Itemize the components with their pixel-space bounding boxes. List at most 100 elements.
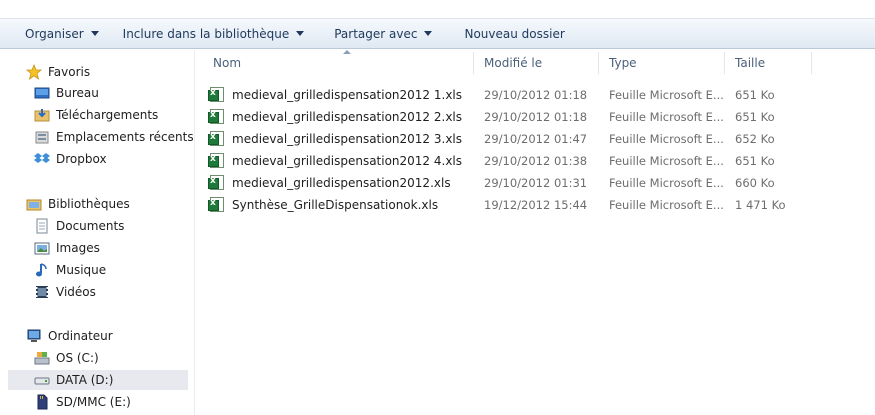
file-name: medieval_grilledispensation2012.xls: [232, 176, 451, 190]
nav-group-label: Favoris: [48, 65, 91, 79]
nav-item-label: Documents: [56, 219, 125, 233]
file-row[interactable]: medieval_grilledispensation2012 2.xls 29…: [206, 106, 866, 128]
nav-item-label: Vidéos: [56, 285, 96, 299]
file-size: 651 Ko: [735, 154, 775, 168]
nav-item-label: OS (C:): [56, 351, 99, 365]
file-type: Feuille Microsoft E...: [609, 176, 724, 190]
new-folder-label: Nouveau dossier: [464, 26, 565, 41]
file-modified: 29/10/2012 01:18: [484, 88, 588, 102]
nav-item-label: Bureau: [56, 86, 99, 100]
images-icon: [34, 240, 50, 256]
file-size: 651 Ko: [735, 110, 775, 124]
file-modified: 29/10/2012 01:18: [484, 110, 588, 124]
file-row[interactable]: medieval_grilledispensation2012 3.xls 29…: [206, 128, 866, 150]
music-note-icon: [34, 262, 50, 278]
column-header-label: Type: [609, 56, 637, 70]
column-separator[interactable]: [473, 52, 474, 74]
excel-file-icon: [208, 87, 224, 102]
file-type: Feuille Microsoft E...: [609, 132, 724, 146]
file-size: 660 Ko: [735, 176, 775, 190]
nav-item-label: Dropbox: [56, 152, 107, 166]
navigation-pane: Favoris Bureau Téléchargements Emplaceme…: [0, 50, 195, 415]
column-separator[interactable]: [811, 52, 812, 74]
nav-item-downloads[interactable]: Téléchargements: [0, 105, 188, 125]
nav-item-drive-d[interactable]: DATA (D:): [8, 370, 188, 390]
file-name: medieval_grilledispensation2012 1.xls: [232, 88, 463, 102]
computer-icon: [26, 328, 42, 344]
nav-item-images[interactable]: Images: [0, 238, 188, 258]
nav-item-label: DATA (D:): [56, 373, 114, 387]
excel-file-icon: [208, 175, 224, 190]
file-modified: 29/10/2012 01:31: [484, 176, 588, 190]
nav-item-music[interactable]: Musique: [0, 260, 188, 280]
file-size: 652 Ko: [735, 132, 775, 146]
nav-group-computer[interactable]: Ordinateur: [0, 326, 188, 346]
excel-file-icon: [208, 153, 224, 168]
system-drive-icon: [34, 350, 50, 366]
nav-item-label: Musique: [56, 263, 107, 277]
file-list-pane: Nom Modifié le Type Taille medieval_gril…: [196, 50, 875, 415]
recent-places-icon: [34, 129, 50, 145]
column-header-modified[interactable]: Modifié le: [484, 56, 594, 76]
nav-item-documents[interactable]: Documents: [0, 216, 188, 236]
column-separator[interactable]: [598, 52, 599, 74]
file-type: Feuille Microsoft E...: [609, 198, 724, 212]
column-header-name[interactable]: Nom: [213, 56, 463, 76]
hard-drive-icon: [34, 372, 50, 388]
share-button[interactable]: Partager avec: [325, 23, 441, 45]
nav-item-dropbox[interactable]: Dropbox: [0, 149, 188, 169]
include-library-button[interactable]: Inclure dans la bibliothèque: [114, 23, 314, 45]
nav-group-libraries[interactable]: Bibliothèques: [0, 194, 188, 214]
nav-item-label: Téléchargements: [56, 108, 159, 122]
nav-item-videos[interactable]: Vidéos: [0, 282, 188, 302]
file-size: 1 471 Ko: [735, 198, 786, 212]
file-modified: 19/12/2012 15:44: [484, 198, 588, 212]
file-modified: 29/10/2012 01:38: [484, 154, 588, 168]
excel-file-icon: [208, 197, 224, 212]
video-icon: [34, 284, 50, 300]
file-type: Feuille Microsoft E...: [609, 88, 724, 102]
nav-item-label: Emplacements récents: [56, 130, 194, 144]
file-row[interactable]: Synthèse_GrilleDispensationok.xls 19/12/…: [206, 194, 866, 216]
nav-item-label: Images: [56, 241, 100, 255]
address-bar-strip: [0, 0, 875, 19]
organize-label: Organiser: [25, 26, 84, 41]
file-row[interactable]: medieval_grilledispensation2012 1.xls 29…: [206, 84, 866, 106]
nav-item-drive-e[interactable]: SD/MMC (E:): [0, 392, 188, 412]
file-size: 651 Ko: [735, 88, 775, 102]
organize-button[interactable]: Organiser: [16, 23, 108, 45]
nav-item-desktop[interactable]: Bureau: [0, 83, 188, 103]
downloads-folder-icon: [34, 107, 50, 123]
excel-file-icon: [208, 109, 224, 124]
file-row[interactable]: medieval_grilledispensation2012.xls 29/1…: [206, 172, 866, 194]
file-name: medieval_grilledispensation2012 3.xls: [232, 132, 463, 146]
excel-file-icon: [208, 131, 224, 146]
chevron-down-icon: [296, 31, 305, 36]
new-folder-button[interactable]: Nouveau dossier: [455, 23, 573, 45]
column-header-label: Modifié le: [484, 56, 543, 70]
sd-card-icon: [34, 394, 50, 410]
file-name: medieval_grilledispensation2012 4.xls: [232, 154, 463, 168]
file-name: medieval_grilledispensation2012 2.xls: [232, 110, 463, 124]
sort-ascending-icon: [343, 50, 351, 54]
dropbox-icon: [34, 151, 50, 167]
libraries-icon: [26, 196, 42, 212]
nav-item-drive-c[interactable]: OS (C:): [0, 348, 188, 368]
desktop-icon: [34, 85, 50, 101]
documents-icon: [34, 218, 50, 234]
nav-group-favorites[interactable]: Favoris: [0, 62, 188, 82]
file-row[interactable]: medieval_grilledispensation2012 4.xls 29…: [206, 150, 866, 172]
nav-item-recent-places[interactable]: Emplacements récents: [0, 127, 194, 147]
column-separator[interactable]: [724, 52, 725, 74]
nav-item-label: SD/MMC (E:): [56, 395, 131, 409]
column-header-type[interactable]: Type: [609, 56, 719, 76]
column-header-label: Taille: [735, 56, 766, 70]
chevron-down-icon: [90, 31, 99, 36]
nav-group-label: Bibliothèques: [48, 197, 130, 211]
file-type: Feuille Microsoft E...: [609, 110, 724, 124]
column-header-size[interactable]: Taille: [735, 56, 805, 76]
file-type: Feuille Microsoft E...: [609, 154, 724, 168]
command-bar: Organiser Inclure dans la bibliothèque P…: [0, 19, 875, 49]
share-label: Partager avec: [334, 26, 418, 41]
column-header-label: Nom: [213, 56, 242, 70]
